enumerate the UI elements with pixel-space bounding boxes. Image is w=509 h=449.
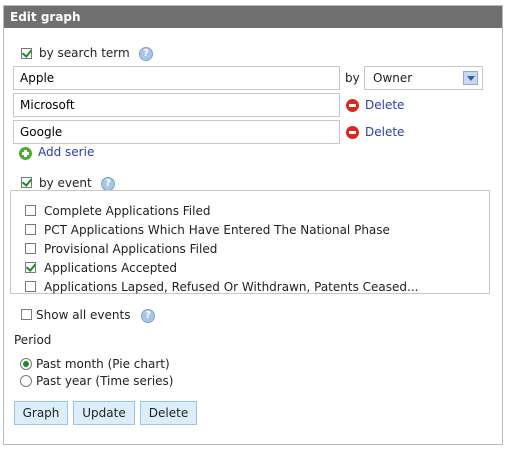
event-item-label: Applications Lapsed, Refused Or Withdraw…	[44, 280, 419, 294]
event-checkbox-1[interactable]	[25, 205, 36, 216]
owner-select[interactable]: Owner	[364, 66, 483, 90]
period-option-label: Past year (Time series)	[36, 374, 174, 388]
period-radio-month[interactable]	[20, 358, 32, 370]
period-radio-year[interactable]	[20, 375, 32, 387]
period-label: Period	[14, 333, 52, 347]
delete-icon[interactable]	[346, 126, 359, 139]
panel-title: Edit graph	[4, 6, 502, 28]
delete-link-2[interactable]: Delete	[365, 125, 404, 139]
by-label: by	[345, 71, 360, 85]
search-term-input-3[interactable]	[13, 120, 340, 144]
owner-select-value: Owner	[373, 71, 413, 85]
chevron-down-icon[interactable]	[463, 71, 478, 85]
delete-button[interactable]: Delete	[140, 401, 197, 425]
help-icon[interactable]: ?	[139, 47, 153, 61]
help-icon[interactable]: ?	[101, 177, 115, 191]
event-checkbox-5[interactable]	[25, 281, 36, 292]
search-term-input-2[interactable]	[13, 93, 340, 117]
show-all-events-checkbox[interactable]	[21, 309, 32, 320]
period-option-label: Past month (Pie chart)	[36, 357, 170, 371]
event-item-label: Complete Applications Filed	[44, 204, 211, 218]
delete-icon[interactable]	[346, 99, 359, 112]
event-checkbox-3[interactable]	[25, 243, 36, 254]
add-serie-link[interactable]: Add serie	[38, 145, 94, 159]
search-term-input-1[interactable]	[13, 66, 340, 90]
show-all-events-label: Show all events	[36, 308, 131, 322]
help-icon[interactable]: ?	[141, 309, 155, 323]
search-term-label: by search term	[39, 46, 130, 60]
by-event-checkbox[interactable]	[21, 177, 32, 188]
update-button[interactable]: Update	[73, 401, 135, 425]
event-item-label: Applications Accepted	[44, 261, 178, 275]
event-item-label: Provisional Applications Filed	[44, 242, 218, 256]
graph-button[interactable]: Graph	[14, 401, 68, 425]
event-checkbox-2[interactable]	[25, 224, 36, 235]
by-event-label: by event	[39, 176, 92, 190]
event-item-label: PCT Applications Which Have Entered The …	[44, 223, 390, 237]
delete-link-1[interactable]: Delete	[365, 98, 404, 112]
search-term-checkbox[interactable]	[21, 48, 32, 59]
event-checkbox-4[interactable]	[25, 262, 36, 273]
add-icon[interactable]	[19, 147, 32, 160]
